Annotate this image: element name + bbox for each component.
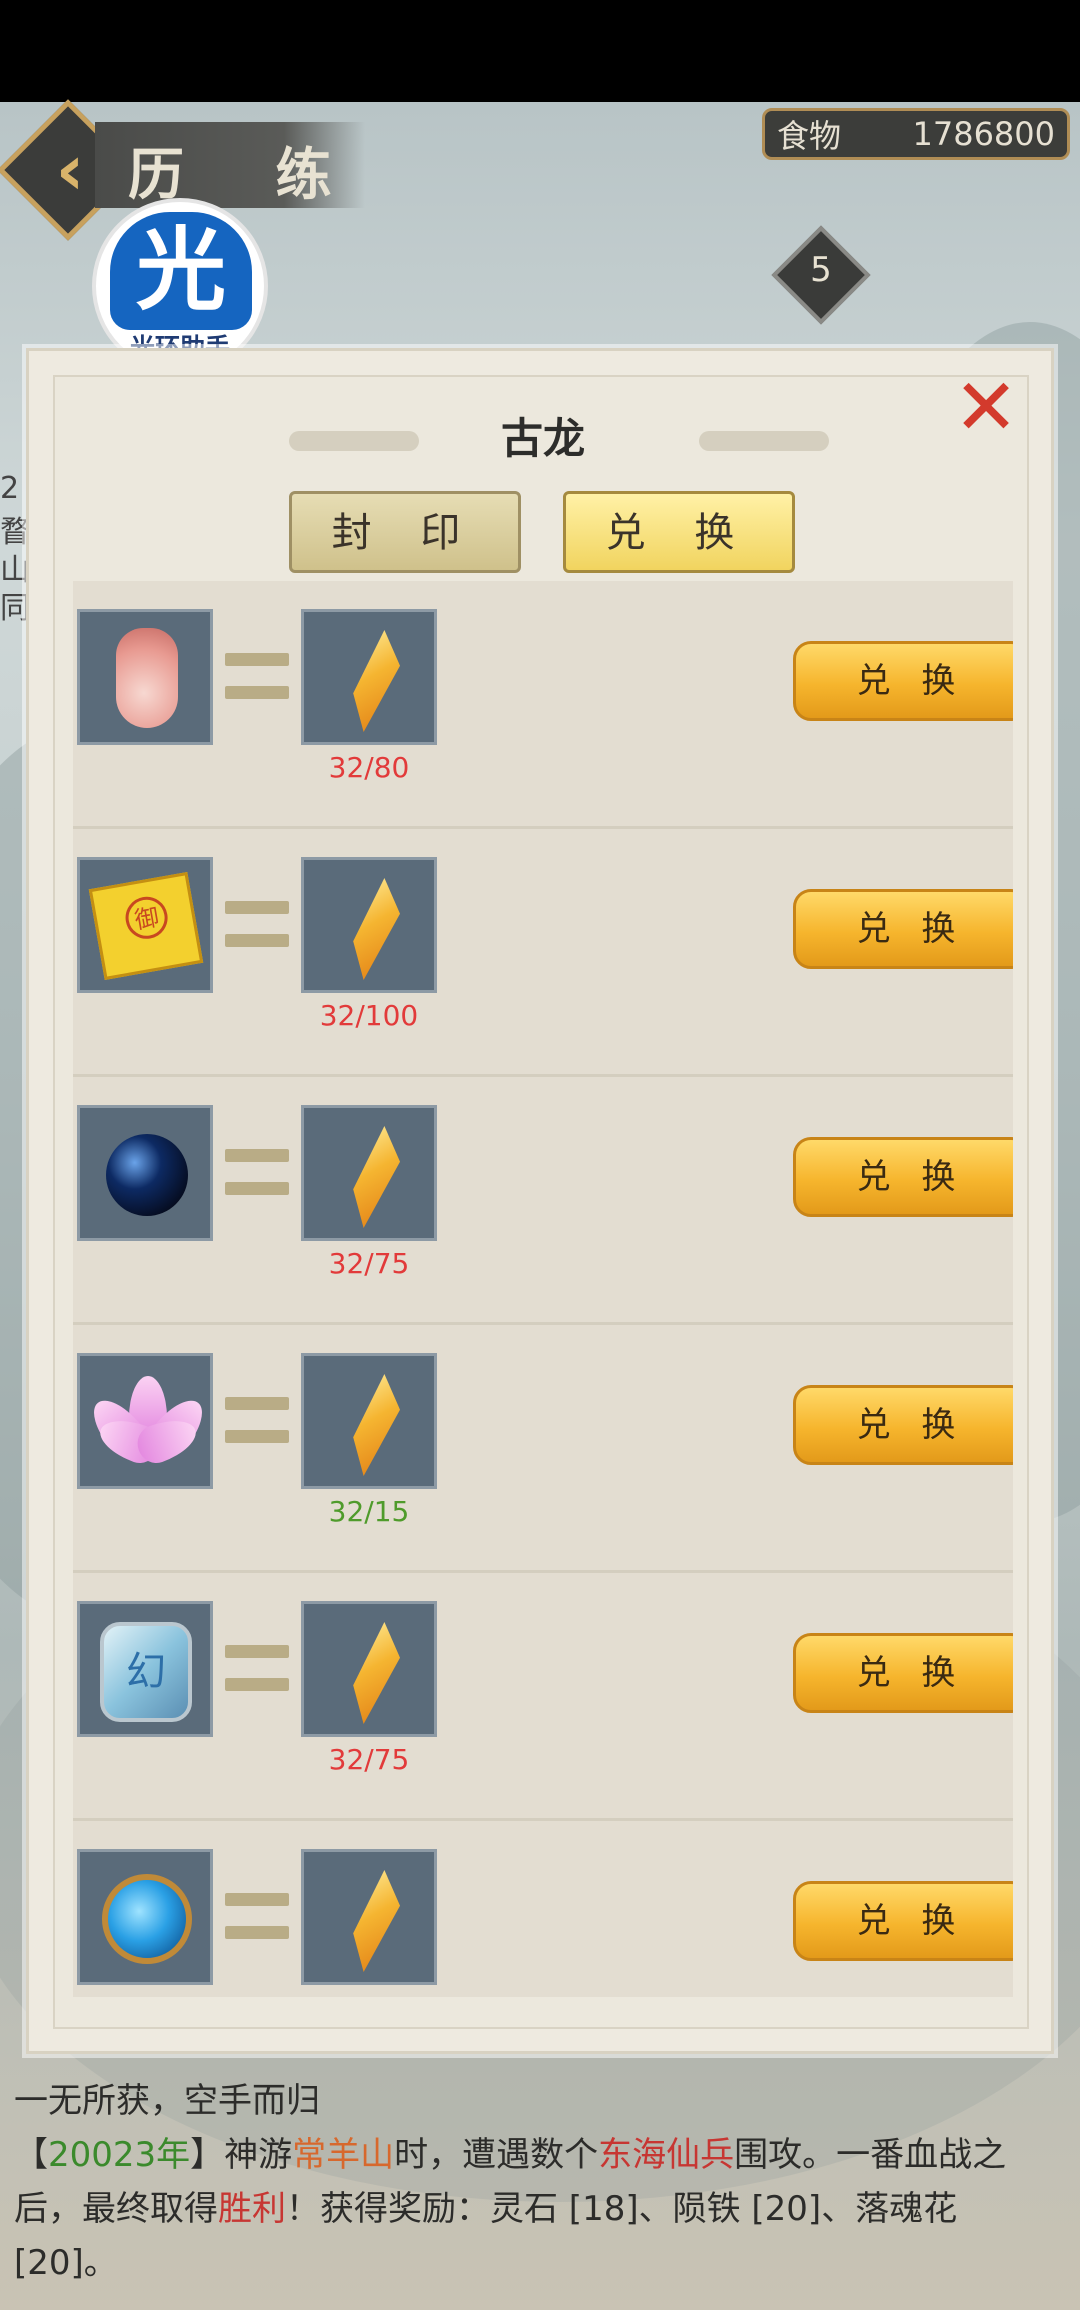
golden-shard-icon <box>353 1374 400 1476</box>
close-x-icon[interactable]: ✕ <box>951 369 1021 447</box>
log-entry: 【20023年】神游常羊山时，遭遇数个东海仙兵围攻。一番血战之后，最终取得胜利！… <box>14 2128 1066 2290</box>
imperial-scroll-icon: 御 <box>88 872 204 980</box>
log-bracket: 【 <box>14 2135 48 2175</box>
log-line: 一无所获，空手而归 <box>14 2081 320 2121</box>
status-bar <box>0 0 1080 102</box>
log-place: 常羊山 <box>292 2135 395 2175</box>
battle-log: 一无所获，空手而归 【20023年】神游常羊山时，遭遇数个东海仙兵围攻。一番血战… <box>14 2074 1066 2290</box>
equals-icon <box>225 1397 289 1443</box>
equals-icon <box>225 1149 289 1195</box>
golden-shard-icon <box>353 878 400 980</box>
log-year: 20023年 <box>48 2135 191 2175</box>
exchange-row: 幻 32/75 兑 换 <box>73 1573 1013 1821</box>
tab-exchange[interactable]: 兑 换 <box>563 491 795 573</box>
exchange-ratio: 32/15 <box>328 1495 410 1528</box>
log-enemy: 东海仙兵 <box>598 2135 735 2175</box>
item-slot[interactable]: 幻 <box>77 1601 213 1737</box>
item-slot[interactable] <box>77 1353 213 1489</box>
equals-icon <box>225 1645 289 1691</box>
side-map-text: 瞀山同 <box>0 515 30 626</box>
food-value: 1786800 <box>912 115 1055 153</box>
exchange-button[interactable]: 兑 换 <box>793 1881 1013 1961</box>
log-result: 胜利 <box>218 2189 286 2229</box>
food-counter: 食物 1786800 <box>762 108 1070 160</box>
golden-shard-icon <box>353 630 400 732</box>
equals-icon <box>225 653 289 699</box>
jade-token-icon: 幻 <box>100 1622 192 1722</box>
reward-slot[interactable] <box>301 1105 437 1241</box>
reward-slot[interactable] <box>301 609 437 745</box>
exchange-ratio: 32/100 <box>319 999 419 1032</box>
reward-slot[interactable] <box>301 857 437 993</box>
equals-icon <box>225 1893 289 1939</box>
exchange-button[interactable]: 兑 换 <box>793 889 1013 969</box>
golden-shard-icon <box>353 1870 400 1972</box>
exchange-row: 32/15 兑 换 <box>73 1325 1013 1573</box>
chevron-left-icon[interactable]: ‹ <box>38 135 102 205</box>
equals-icon <box>225 901 289 947</box>
golden-shard-icon <box>353 1622 400 1724</box>
side-map-label[interactable]: 2 瞀山同 <box>0 470 30 628</box>
exchange-ratio: 32/80 <box>328 751 410 784</box>
exchange-button[interactable]: 兑 换 <box>793 641 1013 721</box>
exchange-list[interactable]: 32/80 兑 换 御 32/100 兑 换 32/75 兑 换 32/15 兑… <box>73 581 1013 1997</box>
log-text: 】神游 <box>190 2135 293 2175</box>
food-label: 食物 <box>777 117 842 155</box>
golden-shard-icon <box>353 1126 400 1228</box>
level-badge-number: 5 <box>810 250 832 290</box>
item-slot[interactable] <box>77 1105 213 1241</box>
exchange-dialog: 古龙 ✕ 封 印 兑 换 32/80 兑 换 御 32/100 兑 换 32/7… <box>26 348 1054 2054</box>
dialog-title: 古龙 <box>500 414 585 463</box>
exchange-row: 御 32/100 兑 换 <box>73 829 1013 1077</box>
exchange-ratio: 32/75 <box>328 1247 410 1280</box>
exchange-row: 32/80 兑 换 <box>73 581 1013 829</box>
exchange-ratio: 32/75 <box>328 1743 410 1776</box>
dark-orb-icon <box>106 1134 188 1216</box>
item-slot[interactable] <box>77 609 213 745</box>
item-slot[interactable] <box>77 1849 213 1985</box>
reward-slot[interactable] <box>301 1353 437 1489</box>
exchange-button[interactable]: 兑 换 <box>793 1137 1013 1217</box>
tab-seal[interactable]: 封 印 <box>289 491 521 573</box>
exchange-button[interactable]: 兑 换 <box>793 1385 1013 1465</box>
lotus-flower-icon <box>83 1376 213 1472</box>
blue-spirit-orb-icon <box>102 1874 192 1964</box>
exchange-row: 兑 换 <box>73 1821 1013 1997</box>
item-slot[interactable]: 御 <box>77 857 213 993</box>
exchange-button[interactable]: 兑 换 <box>793 1633 1013 1713</box>
reward-slot[interactable] <box>301 1601 437 1737</box>
log-text: 时，遭遇数个 <box>394 2135 599 2175</box>
porcelain-vase-icon <box>116 628 178 728</box>
side-map-number: 2 <box>0 471 20 506</box>
exchange-row: 32/75 兑 换 <box>73 1077 1013 1325</box>
helper-logo-glyph: 光 <box>110 212 252 330</box>
reward-slot[interactable] <box>301 1849 437 1985</box>
